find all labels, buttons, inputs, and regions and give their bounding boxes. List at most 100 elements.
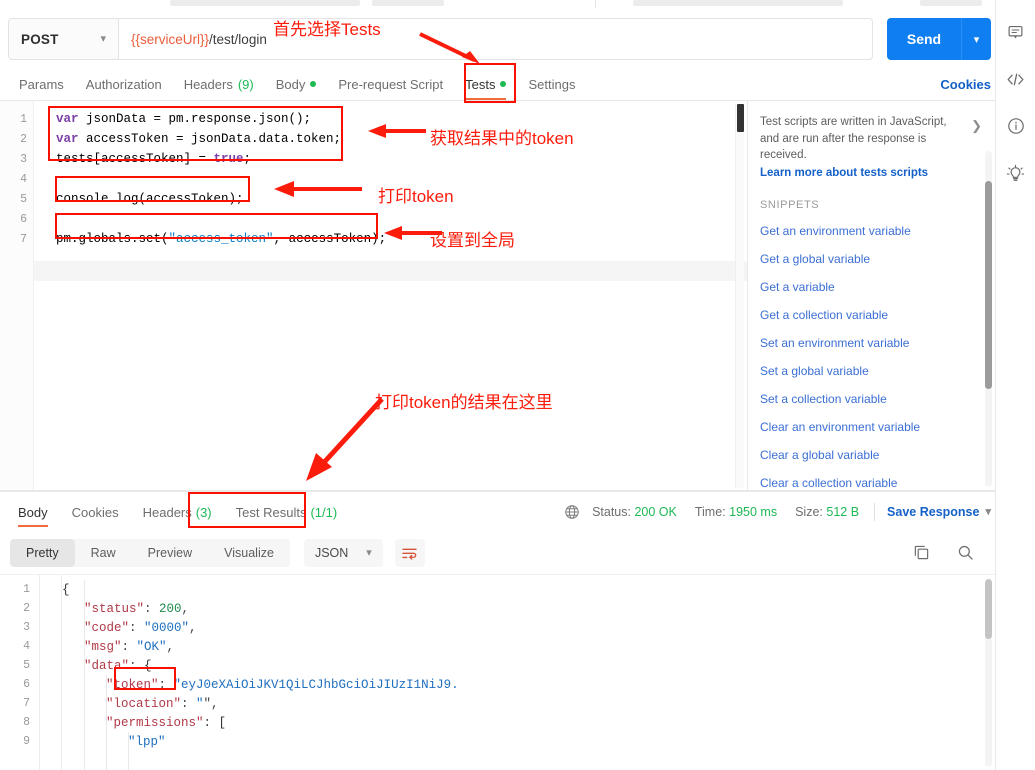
- body-line-number: 4: [23, 640, 30, 653]
- snippets-scrollbar-thumb[interactable]: [985, 181, 992, 389]
- body-line-number: 3: [23, 621, 30, 634]
- body-indent-guide: [128, 732, 129, 770]
- snippet-item[interactable]: Get a variable: [748, 273, 995, 301]
- snippet-item[interactable]: Get a collection variable: [748, 301, 995, 329]
- request-tab-authorization[interactable]: Authorization: [75, 68, 173, 100]
- active-tab-underline: [18, 525, 48, 527]
- response-size-item: Size: 512 B: [786, 505, 868, 519]
- editor-line-number: 2: [20, 132, 27, 146]
- send-options-chevron-down-icon[interactable]: ▾: [961, 18, 991, 60]
- snippets-scrollbar[interactable]: [985, 151, 992, 487]
- editor-scrollbar[interactable]: [735, 104, 744, 488]
- size-value: 512 B: [826, 505, 860, 519]
- editor-line-number: 7: [20, 232, 27, 246]
- body-json-line: {: [62, 582, 70, 597]
- body-indent-guide: [84, 580, 85, 770]
- ghost-divider: [595, 0, 596, 8]
- body-json-line: "code": "0000",: [84, 620, 197, 635]
- body-scrollbar-thumb[interactable]: [985, 579, 992, 639]
- snippet-item[interactable]: Set an environment variable: [748, 329, 995, 357]
- response-body-viewer[interactable]: 1 {2 "status": 200, 3 "code": "0000", 4 "msg":…: [0, 574, 995, 770]
- lightbulb-icon[interactable]: [1006, 163, 1026, 183]
- status-code-item: Status: 200 OK: [583, 505, 686, 519]
- request-tab-label: Settings: [528, 76, 576, 92]
- snippets-description: Test scripts are written in JavaScript, …: [760, 116, 947, 162]
- time-value: 1950 ms: [729, 505, 778, 519]
- request-tab-tests[interactable]: Tests: [454, 68, 517, 100]
- response-tab-cookies[interactable]: Cookies: [60, 492, 131, 532]
- request-tab-pre-request-script[interactable]: Pre-request Script: [327, 68, 454, 100]
- ghost-element-2: [372, 0, 444, 6]
- snippet-item[interactable]: Clear an environment variable: [748, 413, 995, 441]
- editor-code-line[interactable]: var jsonData = pm.response.json();: [56, 109, 311, 129]
- editor-code-line[interactable]: pm.globals.set("access_token", accessTok…: [56, 229, 386, 249]
- tests-script-editor[interactable]: 1 var jsonData = pm.response.json(); 2 var …: [0, 101, 748, 491]
- body-line-number: 5: [23, 659, 30, 672]
- response-time-item: Time: 1950 ms: [686, 505, 786, 519]
- learn-more-link[interactable]: Learn more about tests scripts: [748, 164, 995, 179]
- response-tab-label: Test Results: [235, 504, 307, 520]
- response-tab-body[interactable]: Body: [6, 492, 60, 532]
- body-json-line: "status": 200,: [84, 601, 190, 616]
- body-json-line: "token": "eyJ0eXAiOiJKV1QiLCJhbGciOiJIUz…: [106, 677, 459, 692]
- format-chevron-down-icon: ▾: [366, 546, 372, 559]
- request-tab-body[interactable]: Body: [265, 68, 328, 100]
- body-fold-column[interactable]: [40, 575, 62, 770]
- cookies-link[interactable]: Cookies: [940, 68, 991, 100]
- editor-code-line[interactable]: tests[accessToken] = true;: [56, 149, 251, 169]
- body-scrollbar[interactable]: [985, 579, 992, 767]
- editor-scrollbar-thumb[interactable]: [737, 104, 744, 132]
- response-format-selector[interactable]: JSON ▾: [303, 539, 383, 567]
- editor-code-line[interactable]: var accessToken = jsonData.data.token;: [56, 129, 341, 149]
- response-tab-headers[interactable]: Headers (3): [131, 492, 224, 532]
- request-tab-label: Pre-request Script: [338, 76, 444, 92]
- view-mode-raw[interactable]: Raw: [75, 539, 132, 567]
- url-path-text: /test/login: [209, 31, 267, 47]
- body-line-number: 1: [23, 583, 30, 596]
- body-json-line: "lpp": [128, 734, 166, 749]
- request-url-bar: POST ▾ {{serviceUrl}}/test/login: [8, 18, 873, 60]
- status-label: Status:: [592, 505, 631, 519]
- wrap-lines-icon[interactable]: [394, 539, 425, 567]
- response-tab-label: Cookies: [71, 504, 119, 520]
- status-divider: [874, 503, 876, 521]
- search-icon[interactable]: [957, 544, 975, 562]
- snippet-item[interactable]: Clear a collection variable: [748, 469, 995, 491]
- snippet-item[interactable]: Get a global variable: [748, 245, 995, 273]
- view-mode-preview[interactable]: Preview: [132, 539, 208, 567]
- send-button[interactable]: Send: [887, 18, 961, 60]
- response-tab-test-results[interactable]: Test Results (1/1): [224, 492, 350, 532]
- ghost-element-4: [920, 0, 982, 6]
- request-tab-count: (9): [237, 76, 254, 92]
- save-response-button[interactable]: Save Response ▾: [881, 505, 991, 519]
- copy-icon[interactable]: [913, 544, 931, 562]
- request-tab-params[interactable]: Params: [8, 68, 75, 100]
- chevron-right-icon[interactable]: ❯: [971, 118, 982, 134]
- snippet-item[interactable]: Set a global variable: [748, 357, 995, 385]
- request-tabs: Params Authorization Headers (9) Body Pre-req…: [0, 68, 995, 100]
- editor-active-line-highlight: [34, 261, 747, 281]
- request-tab-label: Params: [19, 76, 64, 92]
- snippet-item[interactable]: Set a collection variable: [748, 385, 995, 413]
- response-format-label: JSON: [314, 546, 349, 560]
- request-url-input[interactable]: {{serviceUrl}}/test/login: [119, 19, 872, 59]
- ghost-element-1: [170, 0, 360, 6]
- response-tab-label: Headers: [142, 504, 192, 520]
- view-mode-visualize[interactable]: Visualize: [208, 539, 290, 567]
- body-line-number: 7: [23, 697, 30, 710]
- comment-icon[interactable]: [1006, 22, 1026, 42]
- view-mode-pretty[interactable]: Pretty: [10, 539, 75, 567]
- editor-code-line[interactable]: console.log(accessToken);: [56, 189, 244, 209]
- request-tab-settings[interactable]: Settings: [517, 68, 586, 100]
- code-icon[interactable]: [1006, 69, 1026, 89]
- snippet-item[interactable]: Get an environment variable: [748, 217, 995, 245]
- request-tab-headers[interactable]: Headers (9): [173, 68, 265, 100]
- response-tab-count: (3): [195, 504, 212, 520]
- time-label: Time:: [694, 505, 726, 519]
- body-json-line: "location": " ",: [106, 696, 219, 711]
- snippet-item[interactable]: Clear a global variable: [748, 441, 995, 469]
- send-button-group[interactable]: Send ▾: [887, 18, 991, 60]
- info-icon[interactable]: [1006, 116, 1026, 136]
- right-icon-rail: [995, 0, 1035, 770]
- http-method-selector[interactable]: POST ▾: [9, 19, 119, 59]
